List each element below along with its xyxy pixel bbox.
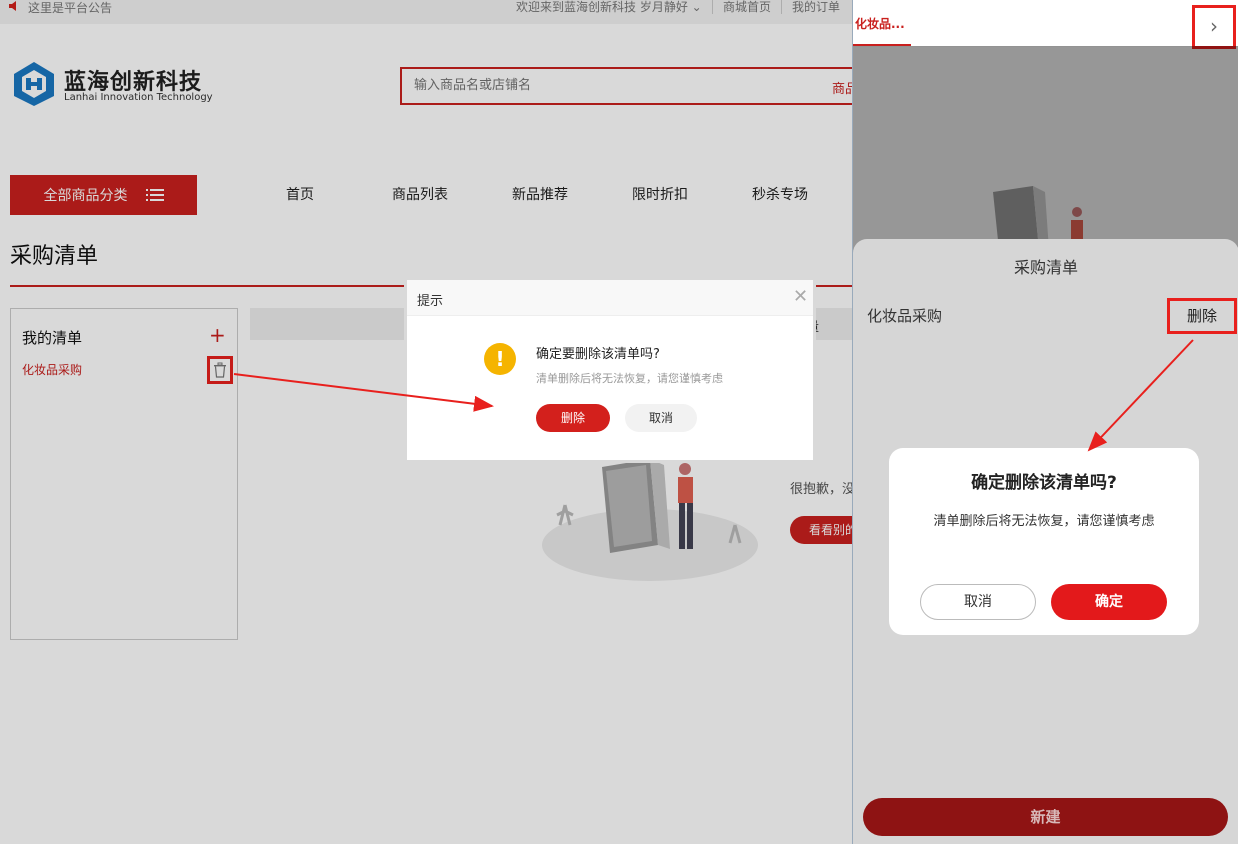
dialog-subtext: 清单删除后将无法恢复，请您谨慎考虑 [536,372,723,385]
sheet-delete-button[interactable]: 删除 [1167,298,1237,334]
mobile-confirm-dialog: 确定删除该清单吗? 清单删除后将无法恢复，请您谨慎考虑 取消 确定 [889,448,1199,635]
sheet-title: 采购清单 [1013,258,1078,277]
warning-icon: ! [484,343,516,375]
mobile-confirm-button[interactable]: 确定 [1051,584,1167,620]
mobile-tab-bar: 化妆品... › [853,0,1238,49]
mobile-dialog-subtext: 清单删除后将无法恢复，请您谨慎考虑 [933,514,1155,529]
mobile-cancel-button[interactable]: 取消 [920,584,1036,620]
dialog-cancel-button[interactable]: 取消 [625,404,697,432]
sheet-list-name: 化妆品采购 [867,307,943,325]
tab-cosmetics[interactable]: 化妆品... [855,15,905,32]
mobile-dialog-title: 确定删除该清单吗? [971,473,1117,493]
confirm-dialog: 提示 ✕ ! 确定要删除该清单吗? 清单删除后将无法恢复，请您谨慎考虑 删除 取… [404,277,816,463]
new-list-button[interactable]: 新建 [863,798,1228,836]
desktop-page: 这里是平台公告 欢迎来到蓝海创新科技 岁月静好 ⌄ 商城首页 我的订单 蓝海创新… [0,0,852,844]
dialog-delete-button[interactable]: 删除 [536,404,610,432]
dialog-title: 提示 [417,294,444,309]
dialog-message: 确定要删除该清单吗? [536,347,660,362]
close-icon[interactable]: ✕ [793,286,808,307]
chevron-right-icon[interactable]: › [1192,5,1236,49]
dialog-header [407,280,813,316]
mobile-view: 化妆品... › 采购清单 化妆品采购 删除 确定删除该清单吗? 清单删除后将无… [852,0,1238,844]
